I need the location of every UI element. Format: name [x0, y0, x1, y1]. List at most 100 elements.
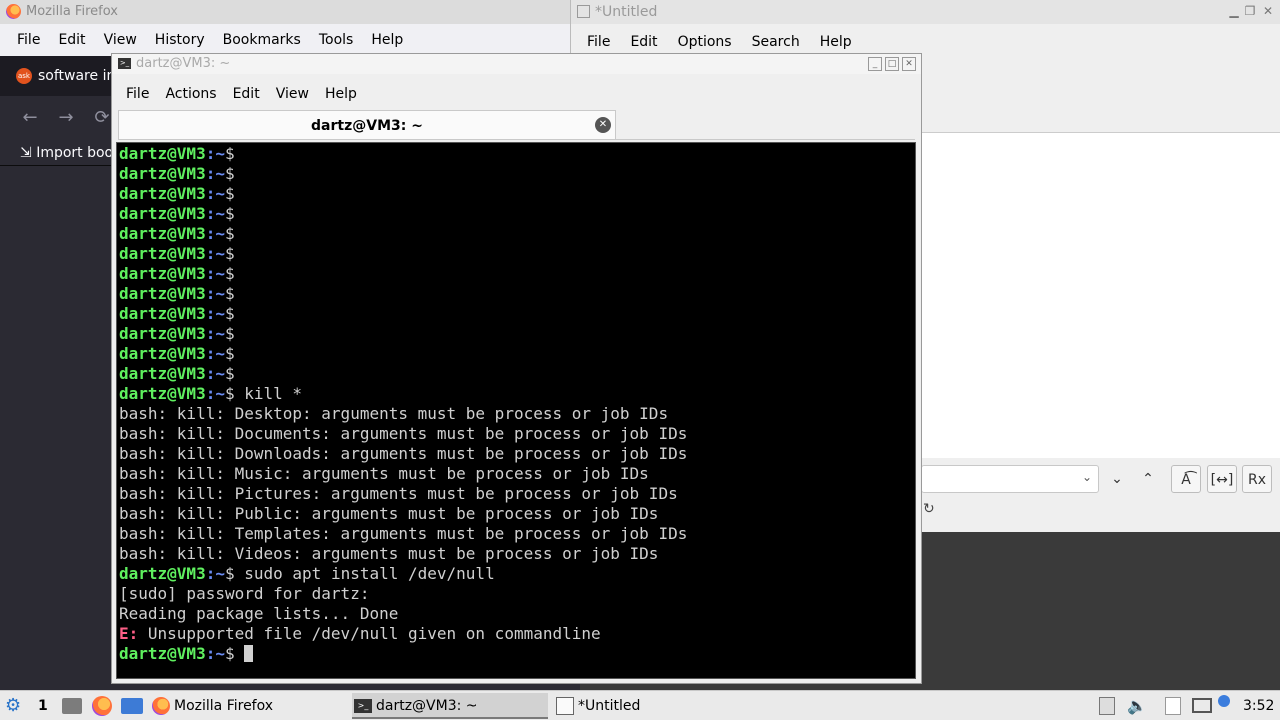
clipboard-icon[interactable] — [1165, 697, 1181, 715]
featherpad-editor[interactable] — [921, 132, 1280, 458]
show-desktop-icon[interactable] — [121, 698, 143, 714]
prompt-path: :~ — [205, 184, 225, 203]
taskbar-task-label: Mozilla Firefox — [174, 698, 274, 714]
firefox-menu-view[interactable]: View — [104, 32, 137, 48]
terminal-line: dartz@VM3:~$ — [119, 164, 915, 184]
import-bookmarks-link[interactable]: Import boo — [36, 145, 113, 161]
featherpad-icon — [556, 697, 574, 715]
prompt-sign: $ — [224, 204, 235, 223]
firefox-tab[interactable]: ask software in — [10, 64, 115, 88]
taskbar-task-firefox[interactable]: Mozilla Firefox — [150, 693, 346, 719]
terminal-line: E: Unsupported file /dev/null given on c… — [119, 624, 915, 644]
firefox-title: Mozilla Firefox — [26, 4, 118, 19]
forward-arrow-icon[interactable]: → — [54, 106, 78, 130]
firefox-launcher-icon[interactable] — [92, 696, 112, 716]
close-tab-icon[interactable]: ✕ — [595, 117, 611, 133]
prompt-user: dartz@VM3 — [119, 284, 206, 303]
featherpad-menu-search[interactable]: Search — [752, 34, 800, 50]
minimize-icon[interactable]: _ — [868, 57, 882, 71]
terminal-line: Reading package lists... Done — [119, 604, 399, 623]
taskbar-task-featherpad[interactable]: *Untitled — [554, 693, 750, 719]
prompt-user: dartz@VM3 — [119, 204, 206, 223]
terminal-tab[interactable]: dartz@VM3: ~ ✕ — [118, 110, 616, 140]
firefox-menu-tools[interactable]: Tools — [319, 32, 354, 48]
minimize-icon[interactable]: ▁ — [1227, 4, 1241, 18]
workspace-switcher[interactable]: 1 — [38, 696, 48, 716]
whole-word-icon[interactable]: [↔] — [1207, 465, 1237, 493]
firefox-menu-help[interactable]: Help — [371, 32, 403, 48]
taskbar-task-terminal[interactable]: >_ dartz@VM3: ~ — [352, 693, 548, 719]
prompt-sign: $ — [224, 304, 235, 323]
firefox-menu-history[interactable]: History — [155, 32, 205, 48]
prompt-path: :~ — [205, 644, 225, 663]
prompt-sign: $ — [224, 264, 235, 283]
terminal-icon: >_ — [118, 58, 131, 69]
back-arrow-icon[interactable]: ← — [18, 106, 42, 130]
ask-favicon-icon: ask — [16, 68, 32, 84]
terminal-menu-actions[interactable]: Actions — [165, 86, 216, 102]
prompt-sign: $ — [224, 184, 235, 203]
featherpad-title: *Untitled — [595, 4, 658, 20]
prompt-path: :~ — [205, 344, 225, 363]
prompt-path: :~ — [205, 304, 225, 323]
prompt-user: dartz@VM3 — [119, 384, 206, 403]
featherpad-menu-file[interactable]: File — [587, 34, 610, 50]
prompt-sign: $ — [224, 224, 235, 243]
match-case-icon[interactable]: A͡ — [1171, 465, 1201, 493]
find-previous-icon[interactable]: ⌃ — [1133, 465, 1163, 493]
close-icon[interactable]: ✕ — [1261, 4, 1275, 18]
featherpad-titlebar[interactable]: *Untitled — [571, 0, 1280, 24]
updates-icon[interactable] — [1099, 697, 1115, 715]
prompt-user: dartz@VM3 — [119, 164, 206, 183]
error-prefix: E: — [119, 624, 139, 643]
network-icon[interactable] — [1192, 698, 1212, 713]
terminal-line: bash: kill: Documents: arguments must be… — [119, 424, 688, 443]
volume-icon[interactable]: 🔈 — [1127, 696, 1147, 716]
regex-icon[interactable]: Rx — [1242, 465, 1272, 493]
prompt-sign: $ — [224, 164, 235, 183]
close-icon[interactable]: ✕ — [902, 57, 916, 71]
terminal-line: bash: kill: Music: arguments must be pro… — [119, 464, 649, 483]
prompt-user: dartz@VM3 — [119, 184, 206, 203]
prompt-path: :~ — [205, 244, 225, 263]
terminal-titlebar[interactable]: >_ dartz@VM3: ~ — [112, 54, 921, 74]
terminal-line: dartz@VM3:~$ — [119, 244, 915, 264]
prompt-sign: $ — [224, 384, 235, 403]
notification-icon[interactable] — [1218, 695, 1230, 707]
featherpad-menu-options[interactable]: Options — [678, 34, 732, 50]
featherpad-menu-edit[interactable]: Edit — [630, 34, 657, 50]
terminal-line: dartz@VM3:~$ — [119, 284, 915, 304]
firefox-menubar: File Edit View History Bookmarks Tools H… — [0, 24, 580, 56]
text-cursor — [244, 645, 254, 662]
terminal-menu-view[interactable]: View — [276, 86, 309, 102]
firefox-menu-edit[interactable]: Edit — [58, 32, 85, 48]
terminal-menu-file[interactable]: File — [126, 86, 149, 102]
replace-reload-icon[interactable]: ↻ — [923, 501, 935, 517]
file-manager-icon[interactable] — [62, 698, 82, 714]
start-menu-icon[interactable]: ⚙ — [5, 696, 25, 716]
find-next-icon[interactable]: ⌄ — [1102, 465, 1132, 493]
featherpad-menubar: File Edit Options Search Help — [571, 28, 1280, 56]
error-text: Unsupported file /dev/null given on comm… — [138, 624, 601, 643]
clock[interactable]: 3:52 — [1243, 696, 1274, 716]
terminal-menu-edit[interactable]: Edit — [233, 86, 260, 102]
firefox-menu-bookmarks[interactable]: Bookmarks — [223, 32, 301, 48]
prompt-sign: $ — [224, 364, 235, 383]
terminal-line: bash: kill: Downloads: arguments must be… — [119, 444, 688, 463]
featherpad-menu-help[interactable]: Help — [820, 34, 852, 50]
terminal-line: dartz@VM3:~$ sudo apt install /dev/null — [119, 564, 915, 584]
terminal-line: dartz@VM3:~$ — [119, 644, 915, 664]
terminal-screen[interactable]: dartz@VM3:~$ dartz@VM3:~$ dartz@VM3:~$ dart… — [116, 142, 916, 679]
maximize-icon[interactable]: ❐ — [1243, 4, 1257, 18]
prompt-user: dartz@VM3 — [119, 224, 206, 243]
find-input[interactable]: ⌄ — [921, 465, 1099, 493]
maximize-icon[interactable]: □ — [885, 57, 899, 71]
firefox-menu-file[interactable]: File — [17, 32, 40, 48]
chevron-down-icon[interactable]: ⌄ — [1082, 470, 1092, 484]
firefox-titlebar[interactable]: Mozilla Firefox — [0, 0, 580, 24]
terminal-menu-help[interactable]: Help — [325, 86, 357, 102]
prompt-user: dartz@VM3 — [119, 264, 206, 283]
prompt-path: :~ — [205, 364, 225, 383]
prompt-sign: $ — [224, 144, 235, 163]
prompt-path: :~ — [205, 384, 225, 403]
